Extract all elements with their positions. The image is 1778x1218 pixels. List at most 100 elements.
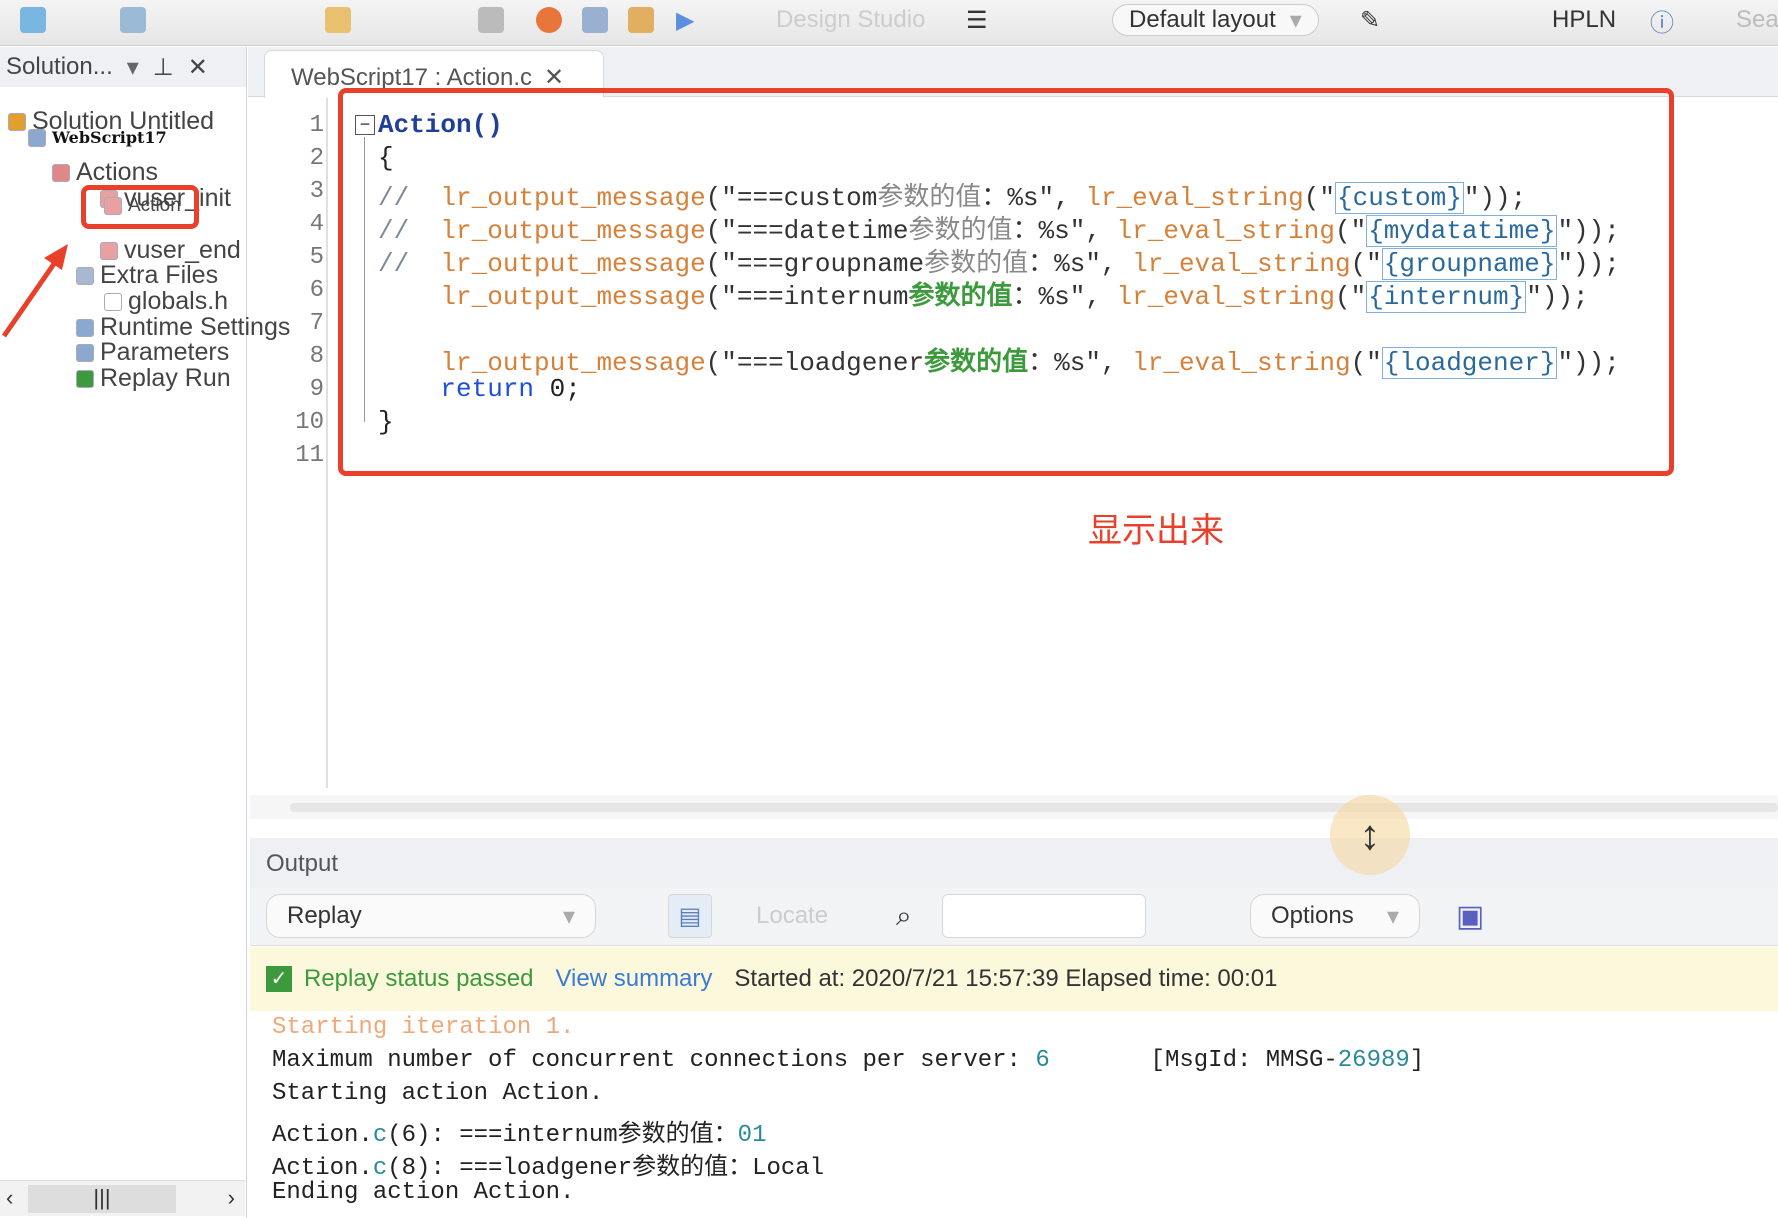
annotation-arrow <box>1 244 68 338</box>
code-token: ] <box>1409 1047 1425 1074</box>
check-icon: ✓ <box>266 966 292 992</box>
scroll-left-icon[interactable]: ‹ <box>6 1185 13 1211</box>
chevron-down-icon: ▾ <box>1289 6 1302 34</box>
scroll-thumb[interactable]: ||| <box>28 1185 176 1213</box>
list-icon[interactable]: ☰ <box>966 4 988 36</box>
code-token: 01 <box>737 1122 767 1149</box>
run-icon[interactable]: ▶ <box>676 4 694 36</box>
output-search-input[interactable] <box>942 894 1146 938</box>
tree-item[interactable]: globals.h <box>104 287 228 316</box>
log-line: Starting action Action. <box>272 1080 603 1107</box>
close-icon[interactable]: ✕ <box>544 64 564 91</box>
action-icon <box>100 241 118 260</box>
new-script-icon[interactable] <box>120 4 146 36</box>
scroll-right-icon[interactable]: › <box>228 1185 235 1211</box>
record-icon[interactable] <box>536 4 562 36</box>
code-token: Starting iteration 1. <box>272 1014 575 1041</box>
code-token: Action. <box>272 1122 373 1149</box>
locate-button[interactable]: Locate <box>736 894 848 938</box>
code-token: (8): ===loadgener参数的值：Local <box>387 1155 825 1182</box>
code-token: Starting action Action. <box>272 1080 604 1107</box>
chevron-down-icon[interactable]: ▾ <box>127 53 139 81</box>
tree-item[interactable]: Replay Run <box>76 364 231 393</box>
layout-label: Default layout <box>1129 6 1276 33</box>
search-icon[interactable]: ⌕ <box>876 894 932 938</box>
tree-item-label: Parameters <box>100 338 230 366</box>
log-line: Action.c(6): ===internum参数的值：01 <box>272 1113 766 1149</box>
options-dropdown[interactable]: Options ▾ <box>1250 894 1420 938</box>
tree-item-label: globals.h <box>128 287 229 315</box>
chevron-down-icon: ▾ <box>562 902 575 930</box>
line-number: 1 <box>309 112 324 139</box>
tab-label: WebScript17 : Action.c <box>291 64 533 91</box>
close-icon[interactable]: ✕ <box>188 53 208 81</box>
line-number: 10 <box>295 409 324 436</box>
pen-icon[interactable]: ✎ <box>1360 4 1380 36</box>
tree-item[interactable]: Extra Files <box>76 261 218 290</box>
chevron-down-icon: ▾ <box>1386 902 1399 930</box>
pin-icon[interactable]: ⊥ <box>153 53 174 81</box>
line-number: 2 <box>309 145 324 172</box>
tree-item-label: Replay Run <box>100 364 231 392</box>
editor-horizontal-scrollbar[interactable] <box>250 795 1778 819</box>
code-token: c <box>372 1155 388 1182</box>
step-icon[interactable] <box>628 4 654 36</box>
script-icon <box>28 128 46 147</box>
tree-item-label: WebScript17 <box>52 128 167 147</box>
line-number: 4 <box>309 211 324 238</box>
tree-item[interactable]: Actions <box>52 158 158 187</box>
actions-icon <box>52 163 70 182</box>
tree-item-label: Extra Files <box>100 261 219 289</box>
line-number: 9 <box>309 376 324 403</box>
horizontal-scrollbar[interactable]: ‹ ||| › <box>0 1180 245 1216</box>
code-token: 26989 <box>1337 1047 1410 1074</box>
highlight-box-action <box>81 185 199 229</box>
code-token: Ending action Action. <box>272 1179 575 1206</box>
tree-item-label: Actions <box>76 158 158 186</box>
undo-icon[interactable] <box>325 4 351 36</box>
hpln-button[interactable]: HPLN <box>1552 4 1616 36</box>
resize-cursor-icon[interactable]: ↕ <box>1330 795 1410 875</box>
tree-item[interactable]: WebScript17 <box>28 128 167 147</box>
design-studio-button[interactable]: Design Studio <box>776 4 925 36</box>
view-summary-link[interactable]: View summary <box>555 965 712 993</box>
line-number: 7 <box>309 310 324 337</box>
check-icon <box>76 369 94 388</box>
code-token: c <box>372 1122 388 1149</box>
code-token: 6 <box>1035 1047 1050 1074</box>
annotation-text: 显示出来 <box>1088 512 1224 550</box>
app-menu-icon[interactable] <box>20 4 46 36</box>
toggle-icon[interactable] <box>478 4 504 36</box>
status-text: Replay status passed <box>304 965 534 992</box>
code-token: Action. <box>272 1155 373 1182</box>
line-number: 5 <box>309 244 324 271</box>
compile-icon[interactable] <box>582 4 608 36</box>
highlight-box-code <box>338 88 1674 476</box>
output-toolbar: Replay ▾ ▤ Locate ⌕ Options ▾ ▣ <box>250 888 1778 946</box>
code-token: (6): ===internum参数的值： <box>387 1122 738 1149</box>
line-number: 3 <box>309 178 324 205</box>
help-icon[interactable]: ⓘ <box>1650 4 1674 37</box>
output-source-label: Replay <box>287 902 362 929</box>
line-number: 8 <box>309 343 324 370</box>
output-panel-header: Output <box>250 838 1778 888</box>
wrap-icon[interactable]: ▤ <box>668 894 712 938</box>
log-line: Maximum number of concurrent connections… <box>272 1047 1424 1074</box>
tree-item[interactable]: Parameters <box>76 338 229 367</box>
log-line: Action.c(8): ===loadgener参数的值：Local <box>272 1146 824 1182</box>
file-icon <box>104 292 122 311</box>
solution-icon <box>8 112 26 131</box>
output-title: Output <box>266 850 339 877</box>
options-label: Options <box>1271 902 1354 929</box>
line-number: 11 <box>295 442 324 469</box>
solution-explorer-title: Solution... <box>6 53 113 80</box>
line-number: 6 <box>309 277 324 304</box>
search-box[interactable]: Sea <box>1736 4 1778 36</box>
run-timing: Started at: 2020/7/21 15:57:39 Elapsed t… <box>734 965 1278 992</box>
log-line: Ending action Action. <box>272 1179 574 1206</box>
save-icon[interactable]: ▣ <box>1436 894 1504 938</box>
layout-dropdown[interactable]: Default layout ▾ <box>1112 4 1319 36</box>
code-token: Maximum number of concurrent connections… <box>272 1047 1036 1074</box>
log-line: Starting iteration 1. <box>272 1014 574 1041</box>
output-source-dropdown[interactable]: Replay ▾ <box>266 894 596 938</box>
